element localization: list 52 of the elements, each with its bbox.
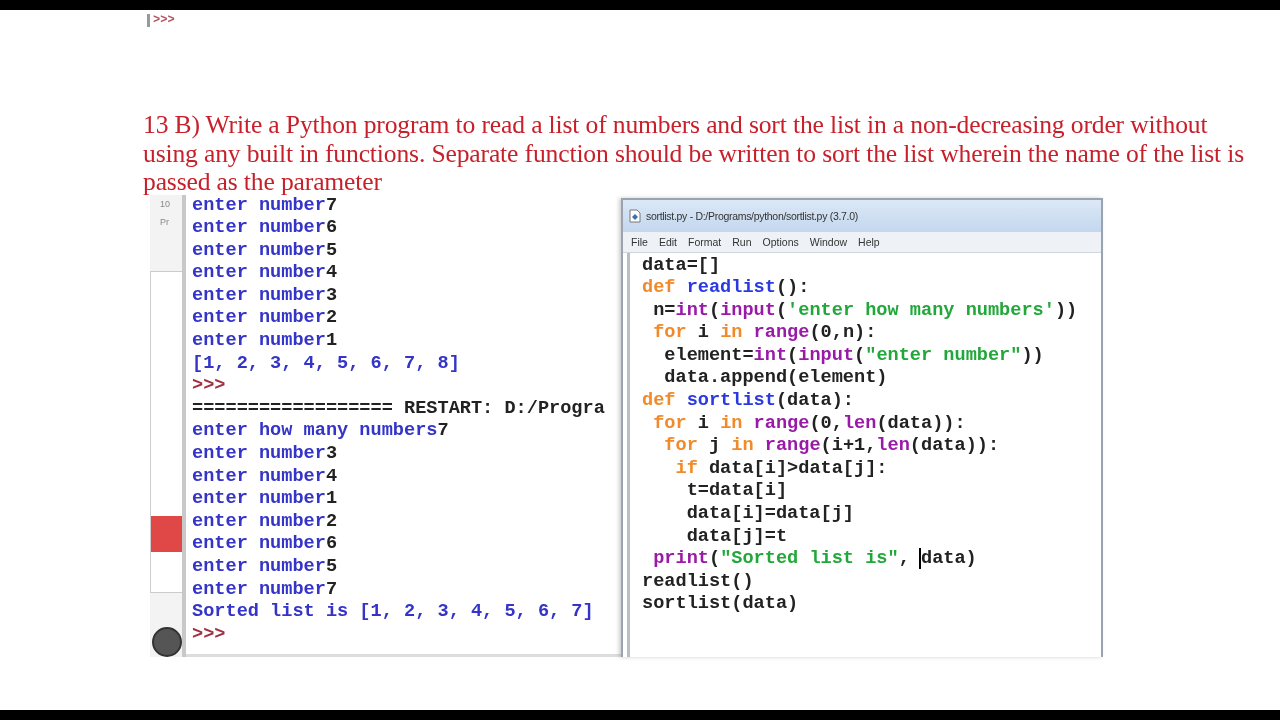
shell-line: enter number4	[192, 465, 339, 489]
shell-line: enter number5	[192, 239, 339, 263]
shell-line: enter number6	[192, 533, 339, 556]
code-line: def sortlist(data):	[642, 390, 856, 413]
code-line: print("Sorted list is", data)	[652, 548, 978, 571]
file-icon	[629, 208, 641, 223]
shell-line: enter number1	[192, 330, 339, 353]
code-line: if data[i]>data[j]:	[674, 457, 889, 481]
shell-line: >>>	[192, 623, 227, 647]
code-line: element=int(input("enter number"))	[663, 344, 1045, 368]
shell-line: enter number2	[192, 307, 339, 331]
code-line: readlist()	[642, 570, 755, 594]
menu-item[interactable]: Format	[688, 235, 722, 248]
window-title: sortlist.py - D:/Programs/python/sortlist.py (3.7.0)	[646, 209, 858, 222]
code-line: for i in range(0,len(data)):	[652, 412, 967, 436]
menu-item[interactable]: Run	[732, 235, 752, 248]
code-line: for j in range(i+1,len(data)):	[663, 435, 1001, 458]
shell-line: enter number3	[192, 284, 339, 308]
menu-item[interactable]: File	[631, 235, 648, 248]
code-line: t=data[i]	[685, 480, 789, 504]
code-line: n=int(input('enter how many numbers'))	[652, 299, 1079, 323]
code-line: def readlist():	[642, 277, 811, 300]
circle-icon	[152, 626, 182, 657]
code-line: data.append(element)	[663, 367, 889, 391]
shell-line: enter number2	[192, 510, 339, 534]
menu-item[interactable]: Help	[858, 235, 880, 248]
shell-line: enter how many numbers7	[192, 420, 450, 444]
code-line: data[j]=t	[685, 525, 789, 549]
shell-prompt: >>>	[153, 13, 175, 27]
code-line: data=[]	[642, 254, 722, 278]
code-line: for i in range(0,n):	[652, 322, 878, 345]
shell-line: ================== RESTART: D:/Progra	[192, 397, 606, 421]
menu-item[interactable]: Options	[762, 235, 799, 248]
shell-line: Sorted list is [1, 2, 3, 4, 5, 6, 7]	[192, 601, 595, 624]
menu-item[interactable]: Window	[809, 235, 848, 248]
shell-line: enter number5	[192, 556, 339, 579]
text-cursor	[147, 13, 150, 27]
shell-line: >>>	[192, 375, 227, 398]
menu-item[interactable]: Edit	[658, 235, 677, 248]
window-text: Pr	[160, 215, 170, 229]
question-text: 13 B) Write a Python program to read a list of numbers and sort the list in a non-decreasing order without using any built in functions. Separate function should be written to sort the list wherein the name of the list is passed as the parameter	[143, 111, 1245, 197]
status-marker	[151, 515, 182, 552]
window-text: 10	[160, 197, 171, 211]
shell-line: enter number7	[192, 194, 338, 218]
shell-line: enter number3	[192, 443, 339, 466]
shell-line: enter number7	[192, 578, 339, 602]
shell-line: enter number6	[192, 217, 339, 240]
shell-line: [1, 2, 3, 4, 5, 6, 7, 8]	[192, 352, 461, 376]
code-line: data[i]=data[j]	[685, 503, 855, 526]
shell-line: enter number4	[192, 262, 339, 285]
code-line: sortlist(data)	[642, 593, 800, 616]
shell-line: enter number1	[192, 488, 339, 511]
